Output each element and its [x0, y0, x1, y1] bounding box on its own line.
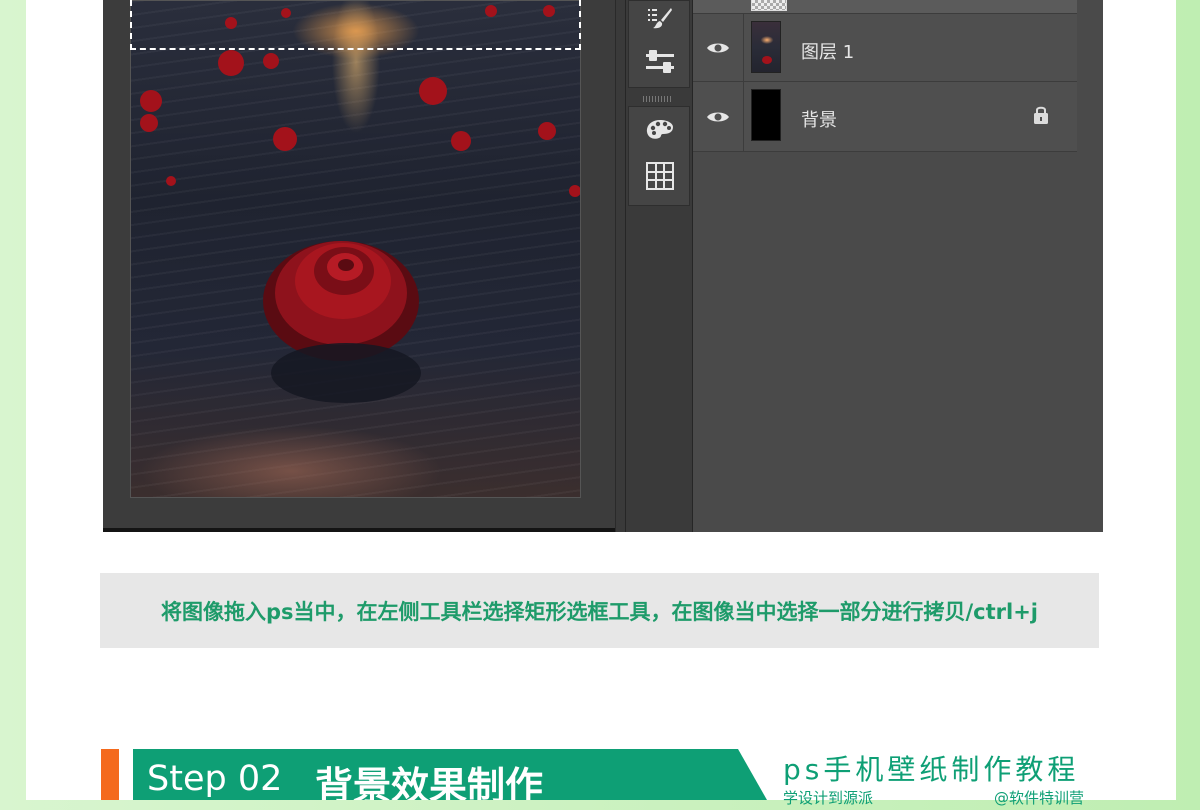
visibility-toggle[interactable]: [693, 14, 744, 81]
instruction-text: 将图像拖入ps当中，在左侧工具栏选择矩形选框工具，在图像当中选择一部分进行拷贝/…: [160, 599, 1039, 624]
layers-panel: 图层 1 背景: [693, 0, 1103, 532]
panel-grip[interactable]: [643, 96, 671, 102]
brand-title: ps手机壁纸制作教程: [783, 753, 1080, 786]
eye-icon[interactable]: [706, 41, 730, 55]
eye-icon[interactable]: [706, 110, 730, 124]
photoshop-screenshot: 图层 1 背景: [103, 0, 1103, 532]
layer-name[interactable]: 背景: [801, 106, 837, 132]
instruction-bar: 将图像拖入ps当中，在左侧工具栏选择矩形选框工具，在图像当中选择一部分进行拷贝/…: [100, 573, 1099, 648]
layer-row-1[interactable]: 图层 1: [693, 14, 1077, 82]
tools-panel: [625, 0, 693, 532]
paint-palette-icon[interactable]: [645, 115, 675, 145]
step-number: Step 02: [147, 759, 283, 799]
tool-group-bottom: [628, 106, 690, 206]
step-banner: Step 02 背景效果制作: [133, 749, 767, 800]
floating-roses: [140, 5, 580, 403]
visibility-toggle[interactable]: [693, 82, 744, 151]
canvas-area: [103, 0, 615, 532]
step-accent-bar: [101, 749, 119, 800]
canvas-bottom-edge: [103, 528, 615, 532]
tool-group-top: [628, 0, 690, 88]
step-title: 背景效果制作: [315, 764, 544, 808]
layer-thumbnail: [751, 21, 781, 73]
layer-thumbnail-partial: [751, 0, 787, 11]
brand-subtitle-right: @软件特训营: [994, 789, 1085, 807]
brush-tool-icon[interactable]: [645, 3, 675, 33]
layer-row-partial[interactable]: [693, 0, 1077, 14]
brand-subtitle-left: 学设计到源派: [783, 789, 874, 807]
layer-name[interactable]: 图层 1: [801, 38, 854, 64]
document-image-rose-sea: [130, 0, 581, 498]
layer-row-background[interactable]: 背景: [693, 82, 1077, 152]
lock-icon[interactable]: [1033, 105, 1049, 125]
layer-thumbnail: [751, 89, 781, 141]
grid-table-icon[interactable]: [645, 161, 675, 191]
big-rose: [263, 241, 421, 403]
adjustment-sliders-icon[interactable]: [645, 47, 675, 77]
rectangular-selection[interactable]: [130, 0, 581, 50]
